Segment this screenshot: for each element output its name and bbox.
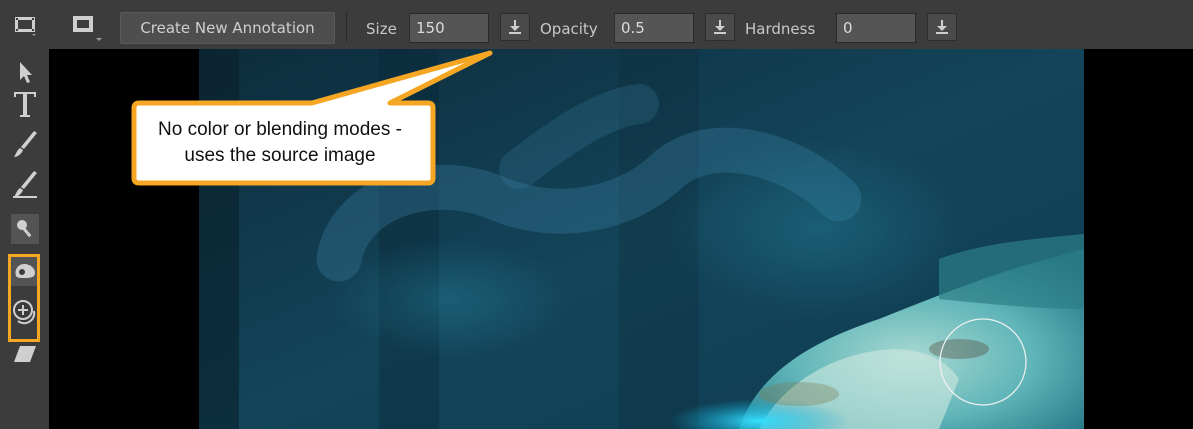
- callout-line-2: uses the source image: [184, 145, 376, 166]
- callout-text: No color or blending modes - uses the so…: [120, 103, 440, 183]
- callout-line-1: No color or blending modes -: [158, 119, 402, 140]
- callout-bubble: [131, 50, 493, 186]
